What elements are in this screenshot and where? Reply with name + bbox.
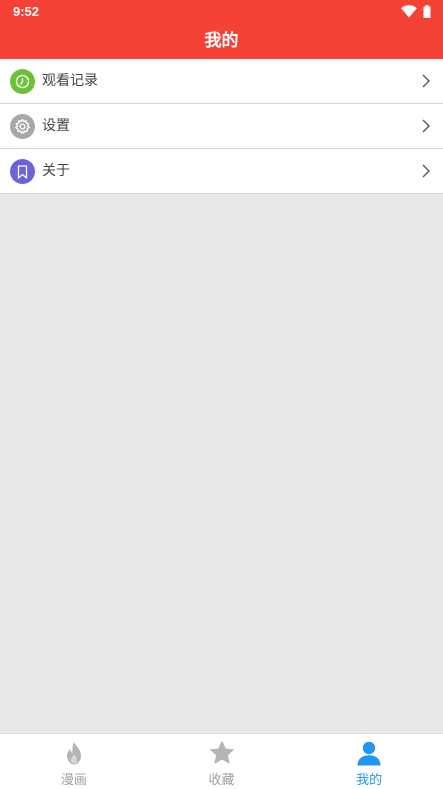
chevron-right-icon	[422, 119, 430, 133]
battery-icon	[423, 5, 431, 18]
nav-item-comics[interactable]: 漫画	[0, 734, 148, 789]
wifi-icon	[401, 5, 417, 18]
screen: 9:52 我的 观看记录 设置 关于 漫画 收藏 我的	[0, 0, 443, 789]
menu-item-label: 设置	[42, 118, 70, 134]
menu-item-settings[interactable]: 设置	[0, 104, 443, 149]
menu-item-label: 观看记录	[42, 73, 98, 89]
nav-label: 漫画	[60, 773, 87, 788]
status-icons	[401, 5, 431, 18]
menu-item-about[interactable]: 关于	[0, 149, 443, 194]
clock-icon	[10, 69, 35, 94]
star-icon	[209, 741, 234, 764]
status-bar: 9:52	[0, 0, 443, 24]
menu-item-label: 关于	[42, 163, 70, 179]
page-title: 我的	[204, 31, 239, 51]
app-bar: 我的	[0, 24, 443, 59]
nav-label: 我的	[356, 773, 383, 788]
nav-item-favorites[interactable]: 收藏	[148, 734, 296, 789]
bottom-nav: 漫画 收藏 我的	[0, 733, 443, 789]
settings-menu: 观看记录 设置 关于	[0, 59, 443, 194]
person-icon	[357, 741, 381, 766]
chevron-right-icon	[422, 164, 430, 178]
nav-item-mine[interactable]: 我的	[295, 734, 443, 789]
chevron-right-icon	[422, 74, 430, 88]
flame-icon	[66, 741, 81, 765]
nav-label: 收藏	[208, 773, 235, 788]
menu-item-watch-history[interactable]: 观看记录	[0, 59, 443, 104]
status-time: 9:52	[13, 4, 40, 19]
gear-icon	[10, 114, 35, 139]
bookmark-icon	[10, 159, 35, 184]
